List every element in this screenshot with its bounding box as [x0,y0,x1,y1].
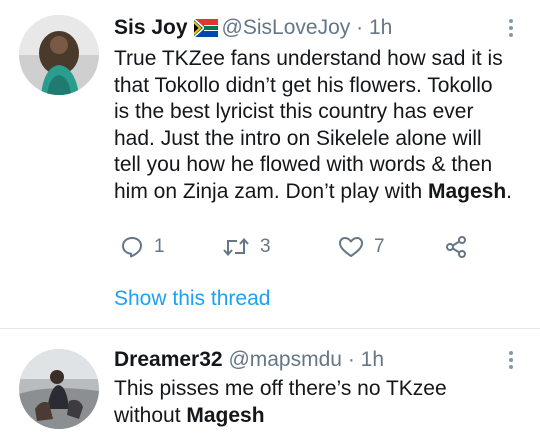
tweet-text-line: This pisses me off there’s no TKzee [114,377,447,400]
tweet-text-line: had. Just the intro on Sikelele alone wi… [114,126,482,150]
retweet-button[interactable]: 3 [222,235,338,259]
reply-button[interactable]: 1 [120,235,222,259]
tweet-header: Dreamer32 @mapsmdu · 1h [114,347,384,373]
tweet-text: This pisses me off there’s no TKzee with… [114,376,447,429]
tweet-1[interactable]: Sis Joy @SisLoveJoy · 1h True TKZee fans… [0,0,540,328]
tweet-text-line: without [114,403,187,427]
tweet-2[interactable]: Dreamer32 @mapsmdu · 1h This pisses me o… [0,329,540,437]
tweet-text-line: True TKZee fans understand how sad it is [114,47,503,70]
reply-count: 1 [154,236,165,257]
more-options-icon[interactable] [506,347,516,373]
share-icon [446,236,466,258]
tweet-header: Sis Joy @SisLoveJoy · 1h [114,15,392,44]
avatar[interactable] [19,15,99,95]
like-button[interactable]: 7 [338,235,444,259]
author-name[interactable]: Sis Joy [114,16,188,39]
tweet-text-tail: . [506,179,512,203]
tweet-text-line: him on Zinja zam. Don’t play with [114,179,428,203]
author-handle[interactable]: @mapsmdu [228,348,342,371]
tweet-text-line: is the best lyricist this country has ev… [114,100,474,123]
timestamp[interactable]: 1h [369,16,392,39]
more-options-icon[interactable] [506,15,516,41]
retweet-icon [223,237,249,257]
share-button[interactable] [444,235,468,259]
tweet-text-line: tell you how he flowed with words & then [114,153,493,176]
reply-icon [122,237,142,258]
like-count: 7 [374,236,385,257]
author-handle[interactable]: @SisLoveJoy [222,16,351,39]
tweet-actions: 1 3 7 [120,235,468,259]
show-thread-link[interactable]: Show this thread [114,286,270,312]
avatar[interactable] [19,349,99,429]
south-africa-flag-icon [192,18,218,44]
author-name[interactable]: Dreamer32 [114,348,223,371]
tweet-text-bold: Magesh [186,403,265,427]
tweet-text-bold: Magesh [427,179,507,203]
retweet-count: 3 [260,236,271,257]
heart-icon [339,237,363,257]
tweet-text: True TKZee fans understand how sad it is… [114,46,512,205]
separator: · [356,16,364,39]
timestamp[interactable]: 1h [361,348,384,371]
separator: · [347,348,355,371]
tweet-text-line: that Tokollo didn’t get his flowers. Tok… [114,73,493,97]
